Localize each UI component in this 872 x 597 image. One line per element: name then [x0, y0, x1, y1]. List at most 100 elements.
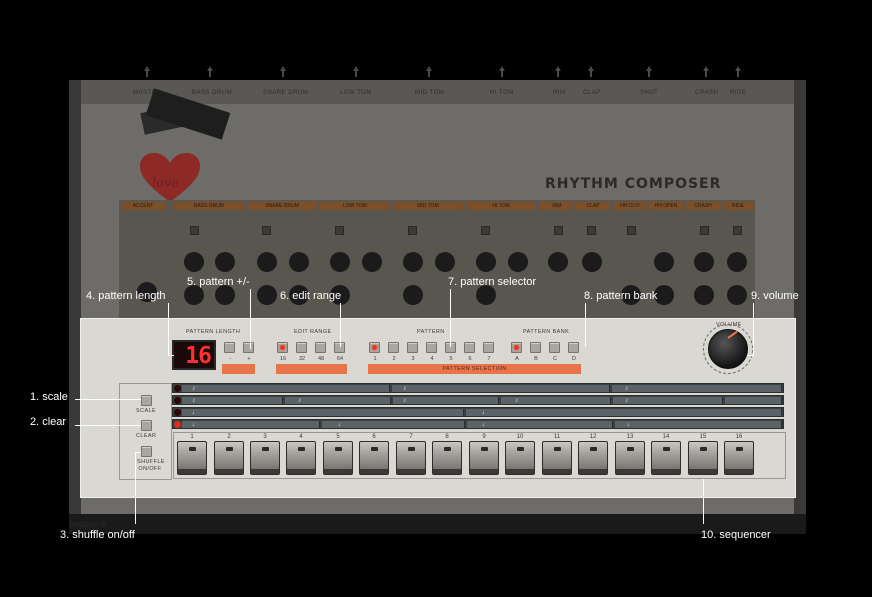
select-button [408, 226, 417, 235]
pattern-bank-c-button[interactable] [549, 342, 560, 353]
step-14-button[interactable] [651, 441, 681, 475]
pattern-3-button[interactable] [407, 342, 418, 353]
output-arrow-icon [207, 66, 213, 77]
scale-segment [182, 385, 390, 392]
scale-row[interactable] [172, 407, 784, 417]
step-7-button[interactable] [396, 441, 426, 475]
edit-range-16-button[interactable] [277, 342, 288, 353]
annotation-line [135, 452, 141, 453]
shuffle-button[interactable] [141, 446, 152, 457]
output-arrow-icon [280, 66, 286, 77]
pattern-length-label: PATTERN LENGTH [186, 329, 241, 335]
annotation-line [75, 399, 141, 400]
scale-row-led [174, 397, 181, 404]
output-label: SNARE DRUM [263, 90, 309, 96]
pattern-4-button[interactable] [426, 342, 437, 353]
pattern-4-label: 4 [430, 356, 434, 362]
step-number: 1 [190, 434, 194, 440]
scale-row[interactable] [172, 383, 784, 393]
pattern-6-button[interactable] [464, 342, 475, 353]
step-2-button[interactable] [214, 441, 244, 475]
step-6-button[interactable] [359, 441, 389, 475]
pattern-minus-button[interactable] [224, 342, 235, 353]
section-head: RIM [540, 202, 574, 210]
scale-segment [615, 421, 782, 428]
clear-button[interactable] [141, 420, 152, 431]
note-icon: ♩ [482, 421, 489, 428]
edit-range-32-label: 32 [298, 356, 306, 362]
pattern-1-button[interactable] [369, 342, 380, 353]
note-icon: ♪ [403, 397, 407, 404]
scale-row[interactable] [172, 395, 784, 405]
scale-segment [612, 385, 782, 392]
step-12-button[interactable] [578, 441, 608, 475]
output-arrow-icon [353, 66, 359, 77]
annotation-line [450, 289, 451, 347]
level-knob [215, 252, 235, 272]
annotation-line [340, 303, 341, 347]
select-button [700, 226, 709, 235]
output-label: CLAP [583, 90, 601, 96]
section-head: SNARE DRUM [247, 202, 317, 210]
note-icon: ♩ [338, 421, 345, 428]
step-11-button[interactable] [542, 441, 572, 475]
level-knob [435, 252, 455, 272]
note-icon: ♪ [403, 385, 407, 392]
pattern-bank-a-button[interactable] [511, 342, 522, 353]
annotation-line [75, 425, 141, 426]
scale-label: SCALE [136, 408, 157, 414]
output-label: RIDE [730, 90, 747, 96]
edit-range-48-label: 48 [317, 356, 325, 362]
output-label: BASS DRUM [192, 90, 233, 96]
step-9-button[interactable] [469, 441, 499, 475]
pattern-selection-bar: PATTERN SELECTION [368, 364, 581, 374]
output-arrow-icon [703, 66, 709, 77]
annotation-clear: 2. clear [30, 416, 67, 428]
volume-knob[interactable] [708, 329, 748, 369]
step-4-button[interactable] [286, 441, 316, 475]
section-head: HH OPEN [649, 202, 683, 210]
note-icon: ♪ [625, 397, 629, 404]
annotation-line [135, 452, 136, 524]
output-arrow-icon [646, 66, 652, 77]
step-number: 6 [372, 434, 376, 440]
select-button [627, 226, 636, 235]
edit-range-32-button[interactable] [296, 342, 307, 353]
pattern-minus-label: - [229, 356, 231, 362]
step-3-button[interactable] [250, 441, 280, 475]
edit-range-64-label: 64 [336, 356, 344, 362]
note-icon: ♪ [192, 385, 196, 392]
step-8-button[interactable] [432, 441, 462, 475]
section-head: MID TOM [393, 202, 463, 210]
section-head: ACCENT [121, 202, 165, 210]
step-10-button[interactable] [505, 441, 535, 475]
tune-knob [257, 252, 277, 272]
attack-knob [184, 285, 204, 305]
scale-segment [182, 421, 320, 428]
pattern-bank-b-button[interactable] [530, 342, 541, 353]
step-15-button[interactable] [688, 441, 718, 475]
note-icon: ♪ [192, 397, 196, 404]
pattern-2-button[interactable] [388, 342, 399, 353]
select-button [335, 226, 344, 235]
annotation-pattern-selector: 7. pattern selector [448, 276, 537, 288]
tune-knob [694, 285, 714, 305]
scale-segment [182, 397, 283, 404]
step-16-button[interactable] [724, 441, 754, 475]
scale-segment [613, 397, 723, 404]
scale-row[interactable] [172, 419, 784, 429]
output-label: MID TOM [415, 90, 445, 96]
pattern-7-button[interactable] [483, 342, 494, 353]
step-13-button[interactable] [615, 441, 645, 475]
step-5-button[interactable] [323, 441, 353, 475]
edit-range-48-button[interactable] [315, 342, 326, 353]
pattern-plus-button[interactable] [243, 342, 254, 353]
scale-button[interactable] [141, 395, 152, 406]
step-number: 13 [626, 434, 634, 440]
step-number: 7 [409, 434, 413, 440]
scale-segment [392, 385, 610, 392]
pattern-bank-d-button[interactable] [568, 342, 579, 353]
step-1-button[interactable] [177, 441, 207, 475]
note-icon: ♪ [298, 397, 302, 404]
section-head: RIDE [722, 202, 754, 210]
